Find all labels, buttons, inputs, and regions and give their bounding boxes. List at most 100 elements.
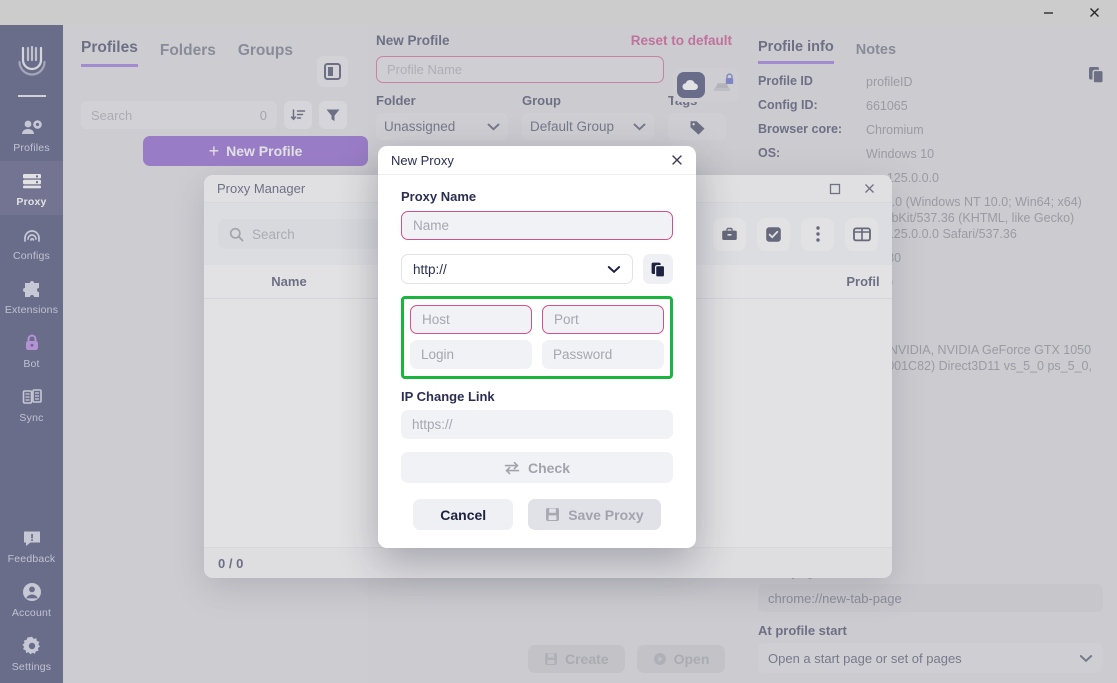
gear-icon <box>19 634 45 658</box>
tab-groups[interactable]: Groups <box>238 42 293 67</box>
start-page-input[interactable]: chrome://new-tab-page <box>758 584 1103 612</box>
info-value: 661065 <box>866 99 908 113</box>
info-value: Windows 10 <box>866 147 935 161</box>
proxy-more-menu-button[interactable] <box>801 217 834 251</box>
swap-arrows-icon <box>504 461 520 475</box>
profiles-icon <box>19 115 45 139</box>
at-profile-start-select[interactable]: Open a start page or set of pages <box>758 643 1103 673</box>
new-profile-label: New Profile <box>226 143 303 159</box>
storage-toggle-group <box>673 68 739 102</box>
sidebar-item-bot[interactable]: Bot <box>0 323 63 377</box>
create-label: Create <box>565 651 609 667</box>
window-minimize-button[interactable] <box>1025 0 1071 25</box>
briefcase-icon <box>721 227 738 242</box>
profiles-search-row: Search 0 <box>81 101 347 129</box>
panel-layout-icon <box>324 63 341 80</box>
sidebar-label-sync: Sync <box>19 412 44 424</box>
at-profile-start-label: At profile start <box>758 623 1103 638</box>
protocol-row: http:// <box>401 254 673 284</box>
check-proxy-button[interactable]: Check <box>401 452 673 483</box>
columns-layout-icon <box>852 226 871 242</box>
search-placeholder: Search <box>91 107 133 123</box>
feedback-icon <box>19 526 45 550</box>
tab-notes[interactable]: Notes <box>856 42 896 64</box>
app-logo-icon <box>10 37 54 81</box>
copy-icon <box>1087 65 1106 84</box>
new-profile-title: New Profile <box>376 33 450 48</box>
profile-name-placeholder: Profile Name <box>387 62 463 77</box>
sort-descending-icon <box>290 107 306 123</box>
group-label: Group <box>522 93 561 108</box>
protocol-select[interactable]: http:// <box>401 254 633 284</box>
search-count: 0 <box>259 107 267 123</box>
sidebar-item-profiles[interactable]: Profiles <box>0 107 63 161</box>
start-page-block: Start page ? chrome://new-tab-page At pr… <box>758 564 1103 673</box>
tab-profile-info[interactable]: Profile info <box>758 39 834 64</box>
proxy-select-all-button[interactable] <box>757 217 790 251</box>
search-icon <box>229 227 244 242</box>
at-profile-start-value: Open a start page or set of pages <box>768 650 962 666</box>
proxy-briefcase-button[interactable] <box>713 217 746 251</box>
sidebar-item-feedback[interactable]: Feedback <box>0 518 63 572</box>
ip-change-link-input[interactable]: https:// <box>401 410 673 439</box>
reset-to-default-link[interactable]: Reset to default <box>631 33 732 48</box>
sidebar-item-extensions[interactable]: Extensions <box>0 269 63 323</box>
sort-button[interactable] <box>284 101 312 129</box>
folder-select[interactable]: Unassigned <box>376 113 508 140</box>
proxy-manager-close-button[interactable] <box>852 176 886 202</box>
new-proxy-close-button[interactable] <box>662 147 692 173</box>
sidebar-item-settings[interactable]: Settings <box>0 626 63 683</box>
group-select[interactable]: Default Group <box>522 113 654 140</box>
host-placeholder: Host <box>422 312 450 327</box>
info-row: Config ID: 661065 <box>758 98 1103 114</box>
local-storage-button[interactable] <box>709 72 735 98</box>
save-proxy-button[interactable]: Save Proxy <box>528 499 661 530</box>
info-value: me 125.0.0.0 <box>866 171 939 185</box>
copy-profile-info-button[interactable] <box>1083 61 1109 87</box>
new-proxy-actions: Cancel Save Proxy <box>401 499 673 530</box>
toggle-panel-button[interactable] <box>317 56 348 87</box>
configs-icon <box>19 223 45 247</box>
window-close-button[interactable] <box>1071 0 1117 25</box>
info-row: Browser core: Chromium <box>758 122 1103 138</box>
sidebar-label-profiles: Profiles <box>13 142 50 154</box>
sync-icon <box>19 385 45 409</box>
tags-button[interactable] <box>668 113 726 140</box>
profile-name-input[interactable]: Profile Name <box>376 56 664 83</box>
tab-profiles[interactable]: Profiles <box>81 39 138 67</box>
password-input[interactable]: Password <box>542 340 664 369</box>
sidebar-item-proxy[interactable]: Proxy <box>0 161 63 215</box>
sidebar-item-configs[interactable]: Configs <box>0 215 63 269</box>
cloud-storage-button[interactable] <box>677 72 705 98</box>
filter-button[interactable] <box>319 101 347 129</box>
save-disk-icon <box>544 652 558 666</box>
search-input[interactable]: Search 0 <box>81 101 277 129</box>
new-proxy-title: New Proxy <box>391 152 454 168</box>
folder-field: Folder Unassigned <box>376 93 508 140</box>
chevron-down-icon <box>607 265 621 274</box>
cancel-button[interactable]: Cancel <box>413 499 514 530</box>
proxy-columns-button[interactable] <box>845 217 878 251</box>
proxy-name-input[interactable]: Name <box>401 211 673 240</box>
login-input[interactable]: Login <box>410 340 532 369</box>
port-input[interactable]: Port <box>542 305 664 334</box>
bot-lock-icon <box>19 331 45 355</box>
sidebar-item-account[interactable]: Account <box>0 572 63 626</box>
sidebar-label-proxy: Proxy <box>16 196 47 208</box>
proxy-manager-maximize-button[interactable] <box>818 176 852 202</box>
group-value: Default Group <box>530 119 615 134</box>
tab-folders[interactable]: Folders <box>160 42 216 67</box>
sidebar-item-sync[interactable]: Sync <box>0 377 63 431</box>
new-proxy-modal: New Proxy Proxy Name Name http:// Host P… <box>378 146 696 548</box>
proxy-search-placeholder: Search <box>252 226 295 242</box>
paste-proxy-button[interactable] <box>643 254 673 284</box>
save-disk-icon <box>545 507 560 522</box>
column-header-name[interactable]: Name <box>204 274 374 289</box>
sidebar-label-settings: Settings <box>11 661 52 673</box>
column-header-profile[interactable]: Profil <box>834 274 892 289</box>
proxy-name-placeholder: Name <box>413 218 450 233</box>
open-button[interactable]: Open <box>636 645 726 673</box>
create-button[interactable]: Create <box>528 645 625 673</box>
new-profile-button[interactable]: + New Profile <box>143 136 368 166</box>
host-input[interactable]: Host <box>410 305 532 334</box>
